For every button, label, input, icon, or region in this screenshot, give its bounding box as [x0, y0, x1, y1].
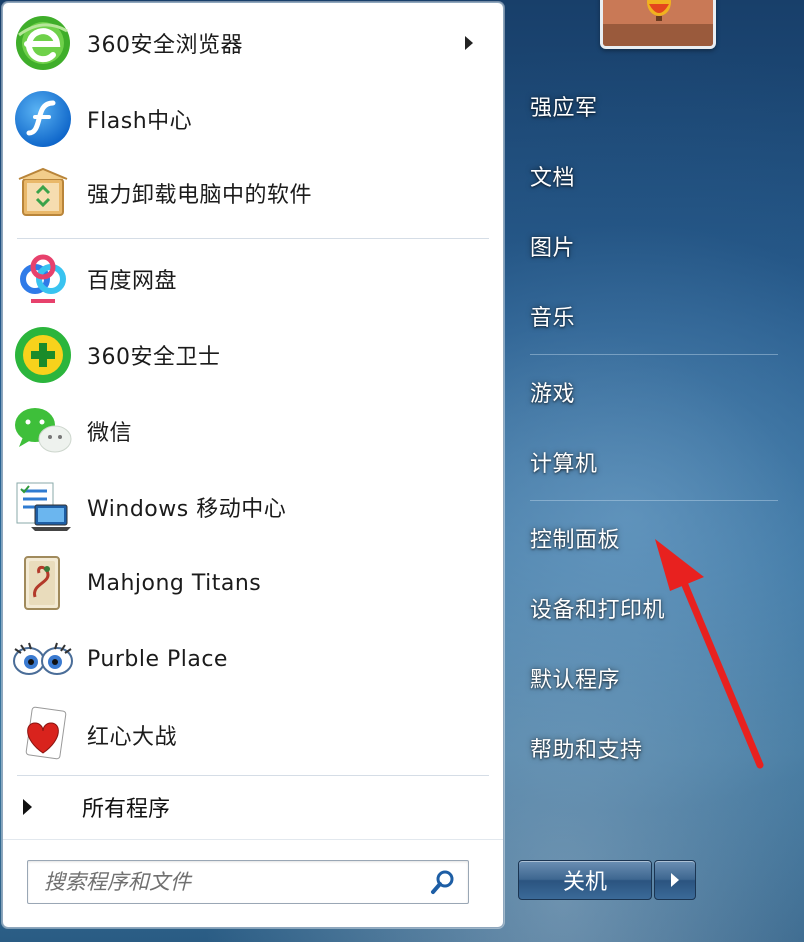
right-link-help-support[interactable]: 帮助和支持	[530, 732, 643, 764]
hot-air-balloon-icon	[603, 0, 713, 46]
program-label: 红心大战	[87, 725, 178, 750]
search-box[interactable]	[27, 860, 469, 904]
program-item-wechat[interactable]: 微信	[11, 395, 495, 467]
right-link-music[interactable]: 音乐	[530, 300, 575, 332]
separator	[17, 238, 489, 239]
expand-arrow-icon	[23, 799, 32, 815]
program-item-360-browser[interactable]: 360安全浏览器	[11, 7, 495, 79]
mahjong-tile-icon	[11, 551, 75, 615]
separator	[3, 839, 503, 840]
shutdown-options-button[interactable]	[654, 860, 696, 900]
shutdown-label: 关机	[562, 870, 607, 895]
flash-center-icon	[11, 87, 75, 151]
program-item-baidu-netdisk[interactable]: 百度网盘	[11, 243, 495, 315]
annotation-arrow-icon	[655, 539, 764, 769]
mobility-center-icon	[11, 475, 75, 539]
wechat-icon	[11, 399, 75, 463]
right-link-computer[interactable]: 计算机	[530, 446, 598, 478]
uninstaller-box-icon	[11, 161, 75, 225]
search-input[interactable]	[42, 863, 428, 901]
right-link-pictures[interactable]: 图片	[530, 230, 575, 262]
program-item-uninstaller[interactable]: 强力卸载电脑中的软件	[11, 157, 495, 229]
right-link-documents[interactable]: 文档	[530, 160, 575, 192]
right-link-control-panel[interactable]: 控制面板	[530, 522, 620, 554]
360-safeguard-icon	[11, 323, 75, 387]
program-label: 百度网盘	[87, 269, 178, 294]
program-label: 360安全浏览器	[87, 33, 243, 58]
program-label: Flash中心	[87, 109, 193, 134]
baidu-netdisk-icon	[11, 247, 75, 311]
program-label: Purble Place	[87, 646, 228, 672]
chevron-right-icon	[671, 873, 679, 887]
program-item-hearts[interactable]: 红心大战	[11, 699, 495, 771]
purble-eyes-icon	[11, 627, 75, 691]
program-label: Windows 移动中心	[87, 497, 287, 522]
right-link-user-folder[interactable]: 强应军	[530, 90, 598, 122]
program-item-flash-center[interactable]: Flash中心	[11, 83, 495, 155]
separator	[17, 775, 489, 776]
program-label: 360安全卫士	[87, 345, 221, 370]
right-link-games[interactable]: 游戏	[530, 376, 575, 408]
search-icon[interactable]	[428, 867, 458, 897]
separator	[530, 500, 778, 501]
start-menu-left-pane: 360安全浏览器 Flash中心 强力卸载电脑中的软件 百度网盘 360安全卫士…	[2, 2, 504, 928]
program-item-360-safeguard[interactable]: 360安全卫士	[11, 319, 495, 391]
360-browser-icon	[11, 11, 75, 75]
program-label: Mahjong Titans	[87, 570, 262, 596]
all-programs-button[interactable]: 所有程序	[17, 779, 487, 835]
hearts-card-icon	[11, 703, 75, 767]
separator	[530, 354, 778, 355]
program-item-purble-place[interactable]: Purble Place	[11, 623, 495, 695]
user-avatar[interactable]	[600, 0, 716, 49]
program-item-mahjong-titans[interactable]: Mahjong Titans	[11, 547, 495, 619]
program-label: 微信	[87, 421, 133, 446]
all-programs-label: 所有程序	[82, 797, 171, 822]
program-item-mobility-center[interactable]: Windows 移动中心	[11, 471, 495, 543]
submenu-arrow-icon	[465, 36, 473, 50]
right-link-default-programs[interactable]: 默认程序	[530, 662, 620, 694]
shutdown-button[interactable]: 关机	[518, 860, 652, 900]
program-label: 强力卸载电脑中的软件	[87, 183, 313, 208]
